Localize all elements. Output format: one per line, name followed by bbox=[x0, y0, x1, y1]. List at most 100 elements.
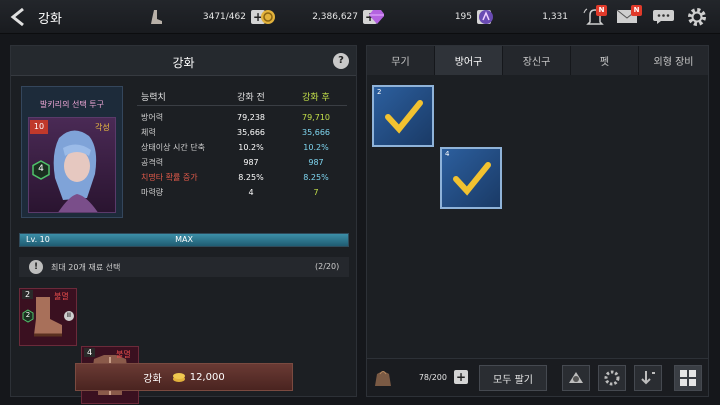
info-icon: ! bbox=[29, 260, 43, 274]
boot-stamina-icon bbox=[148, 9, 164, 25]
stat-before: 79,238 bbox=[237, 113, 265, 122]
stat-before: 987 bbox=[243, 158, 259, 167]
tab-weapon[interactable]: 무기 bbox=[367, 46, 435, 75]
material-immortal-tag: 불멸 bbox=[54, 292, 69, 301]
stat-label: 공격력 bbox=[141, 158, 164, 167]
stat-before: 8.25% bbox=[238, 173, 264, 182]
filter-button[interactable] bbox=[598, 365, 626, 391]
stamina-value: 3471/462 bbox=[202, 12, 246, 22]
sort-button[interactable] bbox=[634, 365, 662, 391]
help-button[interactable]: ? bbox=[333, 53, 349, 69]
tab-cosmetic[interactable]: 외형 장비 bbox=[639, 46, 708, 75]
auto-select-icon bbox=[569, 372, 583, 383]
chat-button[interactable] bbox=[652, 9, 676, 25]
auto-select-button[interactable] bbox=[562, 365, 590, 391]
stat-label: 상태이상 시간 단축 bbox=[141, 143, 205, 152]
material-notice-bar: ! 최대 20개 재료 선택 (2/20) bbox=[19, 257, 349, 277]
enhance-button[interactable]: 강화 12,000 bbox=[75, 363, 293, 391]
gold-coin-icon bbox=[260, 9, 276, 25]
stat-row: 치명타 확률 증가 8.25% 8.25% bbox=[137, 170, 347, 185]
gem-icon bbox=[368, 9, 384, 25]
mail-badge: N bbox=[631, 5, 642, 16]
rank-badge-icon: Ⅲ bbox=[64, 311, 74, 321]
stat-after: 79,710 bbox=[302, 113, 330, 122]
item-level-badge: 10 bbox=[30, 120, 48, 134]
stats-table: 능력치 강화 전 강화 후 방어력 79,238 79,710 체력 35,66… bbox=[137, 88, 347, 200]
gear-filter-icon bbox=[604, 370, 620, 386]
expand-inventory-button[interactable]: + bbox=[454, 370, 468, 384]
enhance-button-label: 강화 bbox=[143, 373, 162, 385]
panel-title: 강화 bbox=[172, 56, 195, 70]
enhance-panel: 강화 ? 발키리의 선택 투구 10 각성 4 능력치 강화 전 강화 후 방어… bbox=[10, 45, 357, 404]
sort-icon bbox=[641, 371, 655, 385]
ticket-icon bbox=[478, 9, 494, 25]
material-count: (2/20) bbox=[315, 262, 340, 271]
stat-before: 10.2% bbox=[238, 143, 264, 152]
sell-all-button[interactable]: 모두 팔기 bbox=[479, 365, 547, 391]
material-count-badge: 4 bbox=[84, 348, 96, 357]
material-immortal-tag: 불멸 bbox=[116, 350, 131, 359]
material-grade-hexagon: 2 bbox=[22, 309, 34, 323]
top-bar: 강화 3471/462 + 2,386,627 + 195 + 1,331 N … bbox=[0, 0, 720, 34]
inventory-count: 78/200 bbox=[418, 373, 447, 382]
material-notice-text: 최대 20개 재료 선택 bbox=[51, 263, 121, 272]
tab-armor[interactable]: 방어구 bbox=[435, 46, 503, 75]
stat-label: 치명타 확률 증가 bbox=[141, 173, 198, 182]
gem-value: 195 bbox=[454, 12, 472, 22]
notification-badge: N bbox=[596, 5, 607, 16]
enhance-cost: 12,000 bbox=[189, 371, 225, 383]
inventory-footer: 78/200 + 모두 팔기 bbox=[367, 358, 708, 396]
inventory-item-selected[interactable]: 4 bbox=[440, 147, 502, 209]
panel-header: 강화 ? bbox=[11, 46, 356, 76]
stat-after: 7 bbox=[313, 188, 319, 197]
inventory-panel: 무기 방어구 장신구 펫 외형 장비 2 4 78/200 + 모두 팔기 bbox=[366, 45, 709, 397]
stats-header-before: 강화 전 bbox=[237, 93, 265, 103]
grid-icon bbox=[680, 370, 696, 386]
gear-icon bbox=[688, 8, 706, 26]
stats-header-after: 강화 후 bbox=[302, 93, 330, 103]
item-awaken-tag: 각성 bbox=[95, 123, 110, 132]
stat-after: 8.25% bbox=[303, 173, 329, 182]
level-bar: Lv. 10 MAX bbox=[19, 233, 349, 247]
stat-before: 35,666 bbox=[237, 128, 265, 137]
material-count-badge: 2 bbox=[22, 290, 34, 299]
tab-accessory[interactable]: 장신구 bbox=[503, 46, 571, 75]
stat-label: 방어력 bbox=[141, 113, 164, 122]
stat-row: 마력량 4 7 bbox=[137, 185, 347, 200]
gold-coin-icon bbox=[172, 373, 185, 382]
settings-button[interactable] bbox=[686, 6, 708, 28]
item-portrait: 10 각성 4 bbox=[28, 117, 116, 213]
back-button[interactable] bbox=[8, 7, 30, 27]
stats-header-label: 능력치 bbox=[141, 93, 166, 103]
stat-before: 4 bbox=[248, 188, 254, 197]
tab-pet[interactable]: 펫 bbox=[571, 46, 639, 75]
level-max-label: MAX bbox=[175, 235, 193, 244]
category-tabs: 무기 방어구 장신구 펫 외형 장비 bbox=[367, 46, 708, 75]
item-name: 발키리의 선택 투구 bbox=[40, 100, 104, 109]
stat-after: 35,666 bbox=[302, 128, 330, 137]
mail-button[interactable]: N bbox=[616, 5, 642, 26]
stat-row: 공격력 987 987 bbox=[137, 155, 347, 170]
ticket-value: 1,331 bbox=[542, 12, 568, 22]
material-card[interactable]: 2 불멸 2 Ⅲ bbox=[19, 288, 77, 346]
stats-header-row: 능력치 강화 전 강화 후 bbox=[137, 88, 347, 106]
stat-after: 987 bbox=[308, 158, 324, 167]
stat-row: 방어력 79,238 79,710 bbox=[137, 110, 347, 125]
checkmark-icon bbox=[385, 100, 423, 134]
stat-row: 상태이상 시간 단축 10.2% 10.2% bbox=[137, 140, 347, 155]
chat-icon bbox=[653, 10, 674, 24]
page-title: 강화 bbox=[38, 12, 62, 27]
grid-view-button[interactable] bbox=[674, 365, 702, 391]
back-icon bbox=[10, 7, 24, 27]
gold-value: 2,386,627 bbox=[312, 12, 358, 22]
stat-after: 10.2% bbox=[303, 143, 329, 152]
inventory-item-selected[interactable]: 2 bbox=[372, 85, 434, 147]
item-card[interactable]: 발키리의 선택 투구 10 각성 4 bbox=[21, 86, 123, 218]
notification-button[interactable]: N bbox=[582, 5, 608, 27]
item-grade-hexagon: 4 bbox=[32, 160, 50, 180]
checkmark-icon bbox=[453, 162, 491, 196]
stat-label: 마력량 bbox=[141, 188, 164, 197]
stat-label: 체력 bbox=[141, 128, 156, 137]
stat-row: 체력 35,666 35,666 bbox=[137, 125, 347, 140]
bag-icon bbox=[375, 371, 391, 386]
